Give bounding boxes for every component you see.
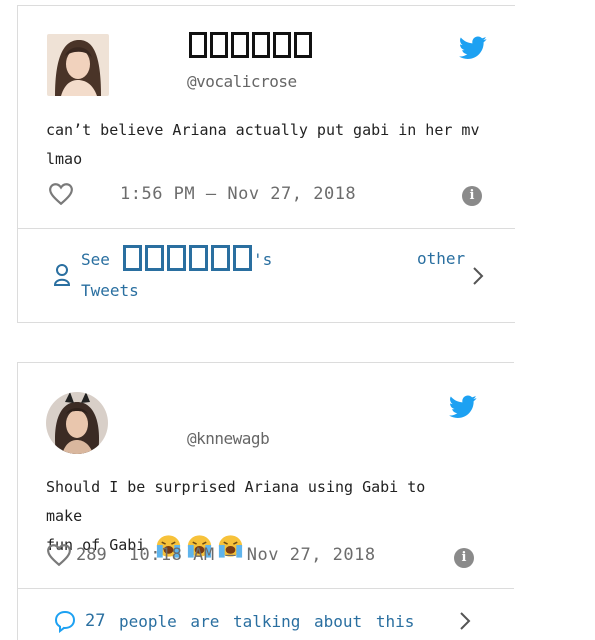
timestamp[interactable]: 10:18 AM — Nov 27, 2018 — [129, 545, 376, 565]
twitter-bird-icon[interactable] — [459, 36, 487, 64]
see-other-tweets-link[interactable]: See 's other Tweets — [18, 229, 516, 324]
user-handle[interactable]: @knnewagb — [187, 429, 270, 448]
tweet-meta: 289 10:18 AM — Nov 27, 2018 — [46, 543, 376, 567]
display-name-link — [123, 245, 252, 271]
info-icon[interactable]: i — [454, 548, 474, 568]
talk-count: 27 — [85, 611, 106, 631]
heart-icon[interactable] — [46, 543, 72, 567]
tweet-card-1: @vocalicrose can’t believe Ariana actual… — [17, 5, 515, 323]
chevron-right-icon — [473, 267, 484, 285]
other-label: other — [417, 249, 466, 268]
tweet-text-line: lmao — [46, 150, 83, 168]
comment-bubble-icon — [54, 610, 76, 633]
tweet-text: can’t believe Ariana actually put gabi i… — [46, 116, 486, 174]
see-label: See — [81, 250, 110, 269]
heart-icon[interactable] — [48, 182, 74, 206]
user-handle[interactable]: @vocalicrose — [187, 72, 297, 91]
timestamp[interactable]: 1:56 PM — Nov 27, 2018 — [120, 184, 356, 204]
person-icon — [53, 264, 71, 286]
tweets-label: Tweets — [81, 281, 139, 300]
twitter-bird-icon[interactable] — [449, 395, 477, 423]
tweet-text-line: Should I be surprised Ariana using Gabi … — [46, 478, 426, 525]
chevron-right-icon — [460, 612, 471, 630]
like-count: 289 — [76, 545, 107, 565]
people-talking-link[interactable]: 27 people are talking about this — [18, 589, 515, 640]
tweet-meta: 1:56 PM — Nov 27, 2018 — [48, 182, 356, 206]
display-name[interactable] — [189, 32, 312, 58]
talk-label: people are talking about this — [119, 612, 415, 631]
tweet-text-line: can’t believe Ariana actually put gabi i… — [46, 121, 480, 139]
info-icon[interactable]: i — [462, 186, 482, 206]
possessive-label: 's — [253, 250, 273, 269]
tweet-card-2: @knnewagb Should I be surprised Ariana u… — [17, 362, 514, 640]
avatar[interactable] — [46, 392, 108, 454]
avatar[interactable] — [47, 34, 109, 96]
